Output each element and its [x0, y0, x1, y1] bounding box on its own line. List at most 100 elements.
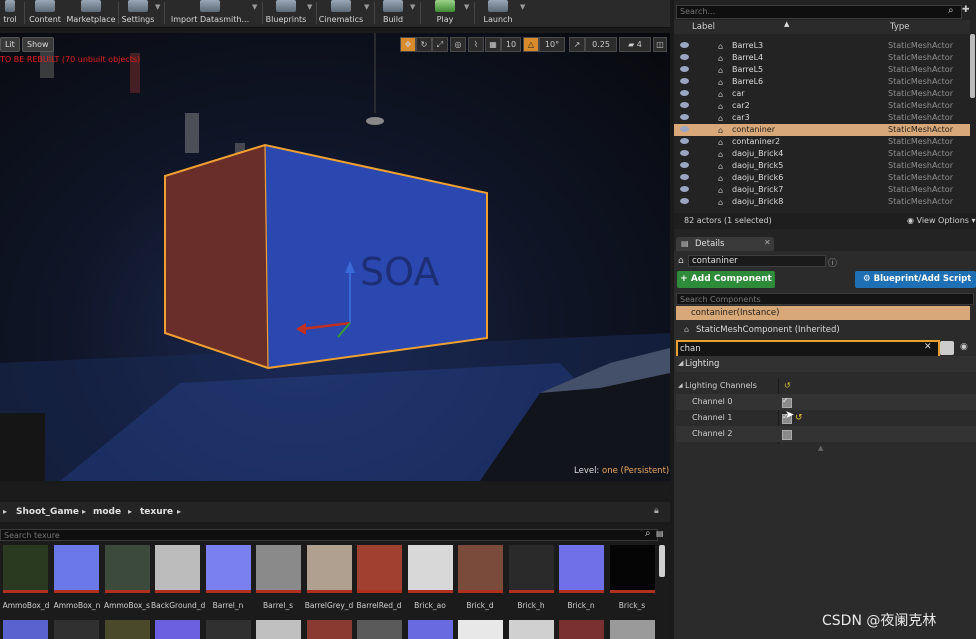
toolbar-trol-button[interactable]: trol	[0, 0, 20, 27]
toolbar-build-button[interactable]: Build	[378, 0, 408, 27]
scale-snap-value[interactable]: 0.25	[585, 37, 617, 52]
component-instance-row[interactable]: contaniner(Instance)	[676, 306, 970, 320]
property-matrix-icon[interactable]	[940, 341, 954, 355]
outliner-row[interactable]: ⌂ BarreL6 StaticMeshActor	[674, 76, 970, 88]
asset-thumb-barrel-s[interactable]	[256, 545, 301, 593]
asset-thumb[interactable]	[408, 620, 453, 639]
outliner-row[interactable]: ⌂ daoju_Brick6 StaticMeshActor	[674, 172, 970, 184]
toolbar-settings-button[interactable]: Settings	[120, 0, 156, 27]
breadcrumb-shoot-game[interactable]: Shoot_Game	[16, 507, 79, 517]
toolbar-launch-button[interactable]: Launch	[478, 0, 518, 27]
lighting-section-header[interactable]: ◢ Lighting	[676, 356, 976, 372]
outliner-row[interactable]: ⌂ BarreL3 StaticMeshActor	[674, 40, 970, 52]
asset-thumb[interactable]	[3, 620, 48, 639]
scale-snap-icon[interactable]: ↗	[569, 37, 585, 52]
visibility-eye-icon[interactable]	[680, 102, 689, 108]
lock-icon[interactable]: ⓘ	[828, 256, 837, 269]
asset-thumb[interactable]	[105, 620, 150, 639]
outliner-scrollbar[interactable]	[970, 34, 975, 98]
add-filter-icon[interactable]: ✚	[962, 5, 970, 15]
surface-snap-icon[interactable]: ⌇	[468, 37, 484, 52]
expand-handle-icon[interactable]: ▲	[818, 444, 823, 452]
content-search-input[interactable]	[0, 529, 658, 541]
outliner-row[interactable]: ⌂ BarreL5 StaticMeshActor	[674, 64, 970, 76]
settings-dropdown-icon[interactable]: ▼	[155, 3, 160, 11]
visibility-eye-icon[interactable]	[680, 186, 689, 192]
actor-name-input[interactable]	[688, 255, 826, 267]
rotate-mode-icon[interactable]: ↻	[416, 37, 432, 52]
launch-dropdown-icon[interactable]: ▼	[520, 3, 525, 11]
rotation-snap-icon[interactable]: △	[523, 37, 539, 52]
visibility-eye-icon[interactable]	[680, 42, 689, 48]
reset-to-default-icon[interactable]: ↺	[784, 378, 791, 394]
visibility-eye-icon[interactable]	[680, 114, 689, 120]
reset-to-default-icon[interactable]: ↺	[795, 413, 803, 423]
visibility-eye-icon[interactable]	[680, 150, 689, 156]
asset-thumb-ammobox-d[interactable]	[3, 545, 48, 593]
asset-thumb[interactable]	[509, 620, 554, 639]
sort-ascending-icon[interactable]: ▲	[784, 20, 789, 28]
toolbar-blueprints-button[interactable]: Blueprints	[264, 0, 308, 27]
asset-thumb-background-d[interactable]	[155, 545, 200, 593]
toolbar-cinematics-button[interactable]: Cinematics	[318, 0, 364, 27]
lit-button[interactable]: Lit	[0, 37, 20, 52]
rotation-snap-value[interactable]: 10°	[539, 37, 565, 52]
view-options-button[interactable]: ◉ View Options ▾	[907, 216, 976, 225]
scale-mode-icon[interactable]: ⤢	[432, 37, 448, 52]
outliner-row[interactable]: ⌂ car2 StaticMeshActor	[674, 100, 970, 112]
blueprint-add-script-button[interactable]: ⚙ Blueprint/Add Script	[855, 271, 976, 288]
outliner-row[interactable]: ⌂ daoju_Brick4 StaticMeshActor	[674, 148, 970, 160]
tab-details[interactable]: ▤ Details ✕	[676, 237, 774, 251]
column-type[interactable]: Type	[890, 22, 910, 32]
details-filter-input[interactable]	[680, 343, 910, 354]
visibility-eye-icon[interactable]	[680, 174, 689, 180]
outliner-search-input[interactable]	[678, 6, 947, 16]
blueprints-dropdown-icon[interactable]: ▼	[307, 3, 312, 11]
outliner-row[interactable]: ⌂ daoju_Brick8 StaticMeshActor	[674, 196, 970, 208]
asset-thumb[interactable]	[54, 620, 99, 639]
toolbar-marketplace-button[interactable]: Marketplace	[66, 0, 116, 27]
filter-icon[interactable]: ▤	[656, 529, 664, 538]
asset-thumb[interactable]	[610, 620, 655, 639]
search-icon[interactable]: ⌕	[948, 5, 954, 16]
add-component-button[interactable]: + Add Component	[677, 271, 775, 288]
outliner-row[interactable]: ⌂ daoju_Brick5 StaticMeshActor	[674, 160, 970, 172]
outliner-row[interactable]: ⌂ car StaticMeshActor	[674, 88, 970, 100]
content-scrollbar[interactable]	[659, 545, 665, 577]
asset-thumb-brick-n[interactable]	[559, 545, 604, 593]
grid-snap-icon[interactable]: ▦	[485, 37, 501, 52]
asset-thumb[interactable]	[206, 620, 251, 639]
visibility-eye-icon[interactable]	[680, 138, 689, 144]
asset-thumb[interactable]	[357, 620, 402, 639]
asset-thumb-brick-h[interactable]	[509, 545, 554, 593]
visibility-eye-icon[interactable]	[680, 90, 689, 96]
camera-speed[interactable]: ▰ 4	[619, 37, 651, 52]
lock-icon[interactable]: 🔒︎	[654, 506, 659, 516]
asset-thumb-ammobox-s[interactable]	[105, 545, 150, 593]
breadcrumb-arrow-icon[interactable]: ▸	[3, 507, 7, 516]
asset-thumb-ammobox-n[interactable]	[54, 545, 99, 593]
close-icon[interactable]: ✕	[764, 238, 771, 247]
cinematics-dropdown-icon[interactable]: ▼	[364, 3, 369, 11]
grid-snap-value[interactable]: 10	[501, 37, 521, 52]
static-mesh-component-row[interactable]: ⌂ StaticMeshComponent (Inherited)	[676, 323, 970, 337]
asset-thumb-barrelred-d[interactable]	[357, 545, 402, 593]
breadcrumb-mode[interactable]: mode	[93, 507, 121, 517]
visibility-eye-icon[interactable]	[680, 126, 689, 132]
asset-thumb-brick-s[interactable]	[610, 545, 655, 593]
outliner-row[interactable]: ⌂ car3 StaticMeshActor	[674, 112, 970, 124]
visibility-eye-icon[interactable]	[680, 78, 689, 84]
world-space-icon[interactable]: ◎	[450, 37, 466, 52]
visibility-eye-icon[interactable]	[680, 54, 689, 60]
column-label[interactable]: Label	[692, 22, 715, 32]
show-button[interactable]: Show	[22, 37, 54, 52]
lighting-channels-group[interactable]: ◢ Lighting Channels ↺	[676, 378, 976, 394]
channel-2-checkbox[interactable]	[782, 430, 792, 440]
asset-thumb-brick-ao[interactable]	[408, 545, 453, 593]
outliner-row[interactable]: ⌂ contaniner2 StaticMeshActor	[674, 136, 970, 148]
outliner-row[interactable]: ⌂ BarreL4 StaticMeshActor	[674, 52, 970, 64]
outliner-row[interactable]: ⌂ daoju_Brick7 StaticMeshActor	[674, 184, 970, 196]
clear-icon[interactable]: ✕	[924, 342, 932, 352]
level-viewport[interactable]: SOA Lit Show TO BE REBUILT (70 unbuilt o…	[0, 33, 670, 481]
asset-thumb-brick-d[interactable]	[458, 545, 503, 593]
